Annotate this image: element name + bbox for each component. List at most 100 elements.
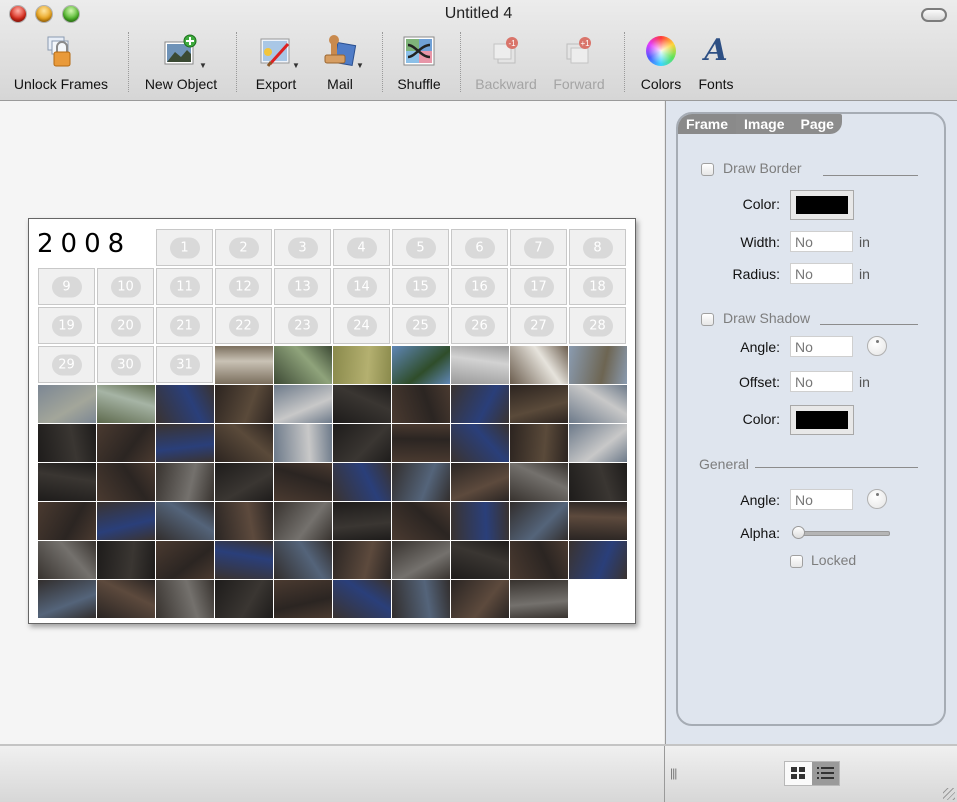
photo-frame[interactable] bbox=[274, 580, 332, 618]
photo-frame[interactable] bbox=[97, 385, 155, 423]
general-angle-dial[interactable] bbox=[867, 489, 887, 509]
backward-button[interactable]: -1 Backward bbox=[470, 30, 542, 94]
photo-frame[interactable] bbox=[569, 346, 627, 384]
day-cell[interactable]: 18 bbox=[569, 268, 626, 305]
day-cell[interactable]: 9 bbox=[38, 268, 95, 305]
photo-frame[interactable] bbox=[451, 463, 509, 501]
day-cell[interactable]: 23 bbox=[274, 307, 331, 344]
photo-frame[interactable] bbox=[333, 541, 391, 579]
photo-frame[interactable] bbox=[392, 424, 450, 462]
day-cell[interactable]: 4 bbox=[333, 229, 390, 266]
photo-frame[interactable] bbox=[510, 541, 568, 579]
day-cell[interactable]: 10 bbox=[97, 268, 154, 305]
photo-frame[interactable] bbox=[333, 580, 391, 618]
photo-frame[interactable] bbox=[569, 541, 627, 579]
photo-frame[interactable] bbox=[274, 424, 332, 462]
day-cell[interactable]: 15 bbox=[392, 268, 449, 305]
day-cell[interactable]: 31 bbox=[156, 346, 213, 383]
day-cell[interactable]: 19 bbox=[38, 307, 95, 344]
photo-frame[interactable] bbox=[569, 424, 627, 462]
resize-handle-icon[interactable] bbox=[943, 788, 955, 800]
photo-frame[interactable] bbox=[451, 580, 509, 618]
photo-frame[interactable] bbox=[215, 346, 273, 384]
photo-frame[interactable] bbox=[156, 424, 214, 462]
shadow-angle-input[interactable]: No bbox=[790, 336, 853, 357]
locked-checkbox[interactable] bbox=[790, 555, 803, 568]
grid-view-button[interactable] bbox=[785, 762, 812, 785]
forward-button[interactable]: +1 Forward bbox=[546, 30, 612, 94]
photo-frame[interactable] bbox=[451, 424, 509, 462]
photo-frame[interactable] bbox=[97, 541, 155, 579]
day-cell[interactable]: 16 bbox=[451, 268, 508, 305]
photo-frame[interactable] bbox=[333, 346, 391, 384]
draw-shadow-checkbox[interactable] bbox=[701, 313, 714, 326]
day-cell[interactable]: 20 bbox=[97, 307, 154, 344]
day-cell[interactable]: 22 bbox=[215, 307, 272, 344]
photo-frame[interactable] bbox=[510, 346, 568, 384]
tab-page[interactable]: Page bbox=[792, 114, 842, 134]
photo-frame[interactable] bbox=[38, 502, 96, 540]
day-cell[interactable]: 21 bbox=[156, 307, 213, 344]
photo-frame[interactable] bbox=[510, 502, 568, 540]
day-cell[interactable]: 13 bbox=[274, 268, 331, 305]
photo-frame[interactable] bbox=[274, 502, 332, 540]
photo-frame[interactable] bbox=[274, 346, 332, 384]
day-cell[interactable]: 28 bbox=[569, 307, 626, 344]
shadow-offset-input[interactable]: No bbox=[790, 371, 853, 392]
split-grip-icon[interactable]: ||| bbox=[670, 766, 677, 780]
shuffle-button[interactable]: Shuffle bbox=[390, 30, 448, 94]
photo-frame[interactable] bbox=[156, 502, 214, 540]
day-cell[interactable]: 30 bbox=[97, 346, 154, 383]
alpha-slider-knob[interactable] bbox=[792, 526, 805, 539]
photo-frame[interactable] bbox=[38, 463, 96, 501]
mail-button[interactable]: ▼ Mail bbox=[310, 30, 370, 94]
day-cell[interactable]: 11 bbox=[156, 268, 213, 305]
photo-frame[interactable] bbox=[38, 580, 96, 618]
day-cell[interactable]: 24 bbox=[333, 307, 390, 344]
photo-frame[interactable] bbox=[333, 502, 391, 540]
list-view-button[interactable] bbox=[812, 762, 839, 785]
toolbar-toggle-button[interactable] bbox=[921, 8, 947, 22]
day-cell[interactable]: 1 bbox=[156, 229, 213, 266]
day-cell[interactable]: 27 bbox=[510, 307, 567, 344]
export-button[interactable]: ▼ Export bbox=[244, 30, 308, 94]
fonts-button[interactable]: A Fonts bbox=[692, 30, 740, 94]
photo-frame[interactable] bbox=[215, 385, 273, 423]
day-cell[interactable]: 17 bbox=[510, 268, 567, 305]
photo-frame[interactable] bbox=[156, 463, 214, 501]
photo-frame[interactable] bbox=[392, 580, 450, 618]
photo-frame[interactable] bbox=[38, 385, 96, 423]
photo-frame[interactable] bbox=[215, 502, 273, 540]
photo-frame[interactable] bbox=[215, 463, 273, 501]
border-radius-input[interactable]: No bbox=[790, 263, 853, 284]
border-color-well[interactable] bbox=[790, 190, 854, 220]
photo-frame[interactable] bbox=[333, 385, 391, 423]
photo-frame[interactable] bbox=[333, 424, 391, 462]
photo-frame[interactable] bbox=[510, 424, 568, 462]
photo-frame[interactable] bbox=[392, 463, 450, 501]
photo-frame[interactable] bbox=[215, 541, 273, 579]
unlock-frames-button[interactable]: Unlock Frames bbox=[6, 30, 116, 94]
tab-image[interactable]: Image bbox=[736, 114, 793, 134]
calendar-year[interactable]: 2008 bbox=[37, 229, 131, 259]
photo-frame[interactable] bbox=[510, 385, 568, 423]
split-divider[interactable] bbox=[664, 746, 665, 802]
day-cell[interactable]: 2 bbox=[215, 229, 272, 266]
photo-frame[interactable] bbox=[569, 385, 627, 423]
photo-frame[interactable] bbox=[215, 424, 273, 462]
photo-frame[interactable] bbox=[510, 463, 568, 501]
photo-frame[interactable] bbox=[274, 385, 332, 423]
photo-frame[interactable] bbox=[392, 385, 450, 423]
general-angle-input[interactable]: No bbox=[790, 489, 853, 510]
photo-frame[interactable] bbox=[451, 385, 509, 423]
alpha-slider-track[interactable] bbox=[792, 531, 890, 536]
day-cell[interactable]: 12 bbox=[215, 268, 272, 305]
photo-frame[interactable] bbox=[451, 541, 509, 579]
photo-frame[interactable] bbox=[510, 580, 568, 618]
day-cell[interactable]: 7 bbox=[510, 229, 567, 266]
new-object-button[interactable]: ▼ New Object bbox=[136, 30, 226, 94]
photo-frame[interactable] bbox=[274, 541, 332, 579]
canvas-area[interactable]: 2008 1 2 3 4 5 6 7 8 9 10 11 12 13 14 15 16 17 18 19 20 21 22… bbox=[0, 101, 664, 744]
photo-frame[interactable] bbox=[38, 541, 96, 579]
photo-frame[interactable] bbox=[392, 502, 450, 540]
